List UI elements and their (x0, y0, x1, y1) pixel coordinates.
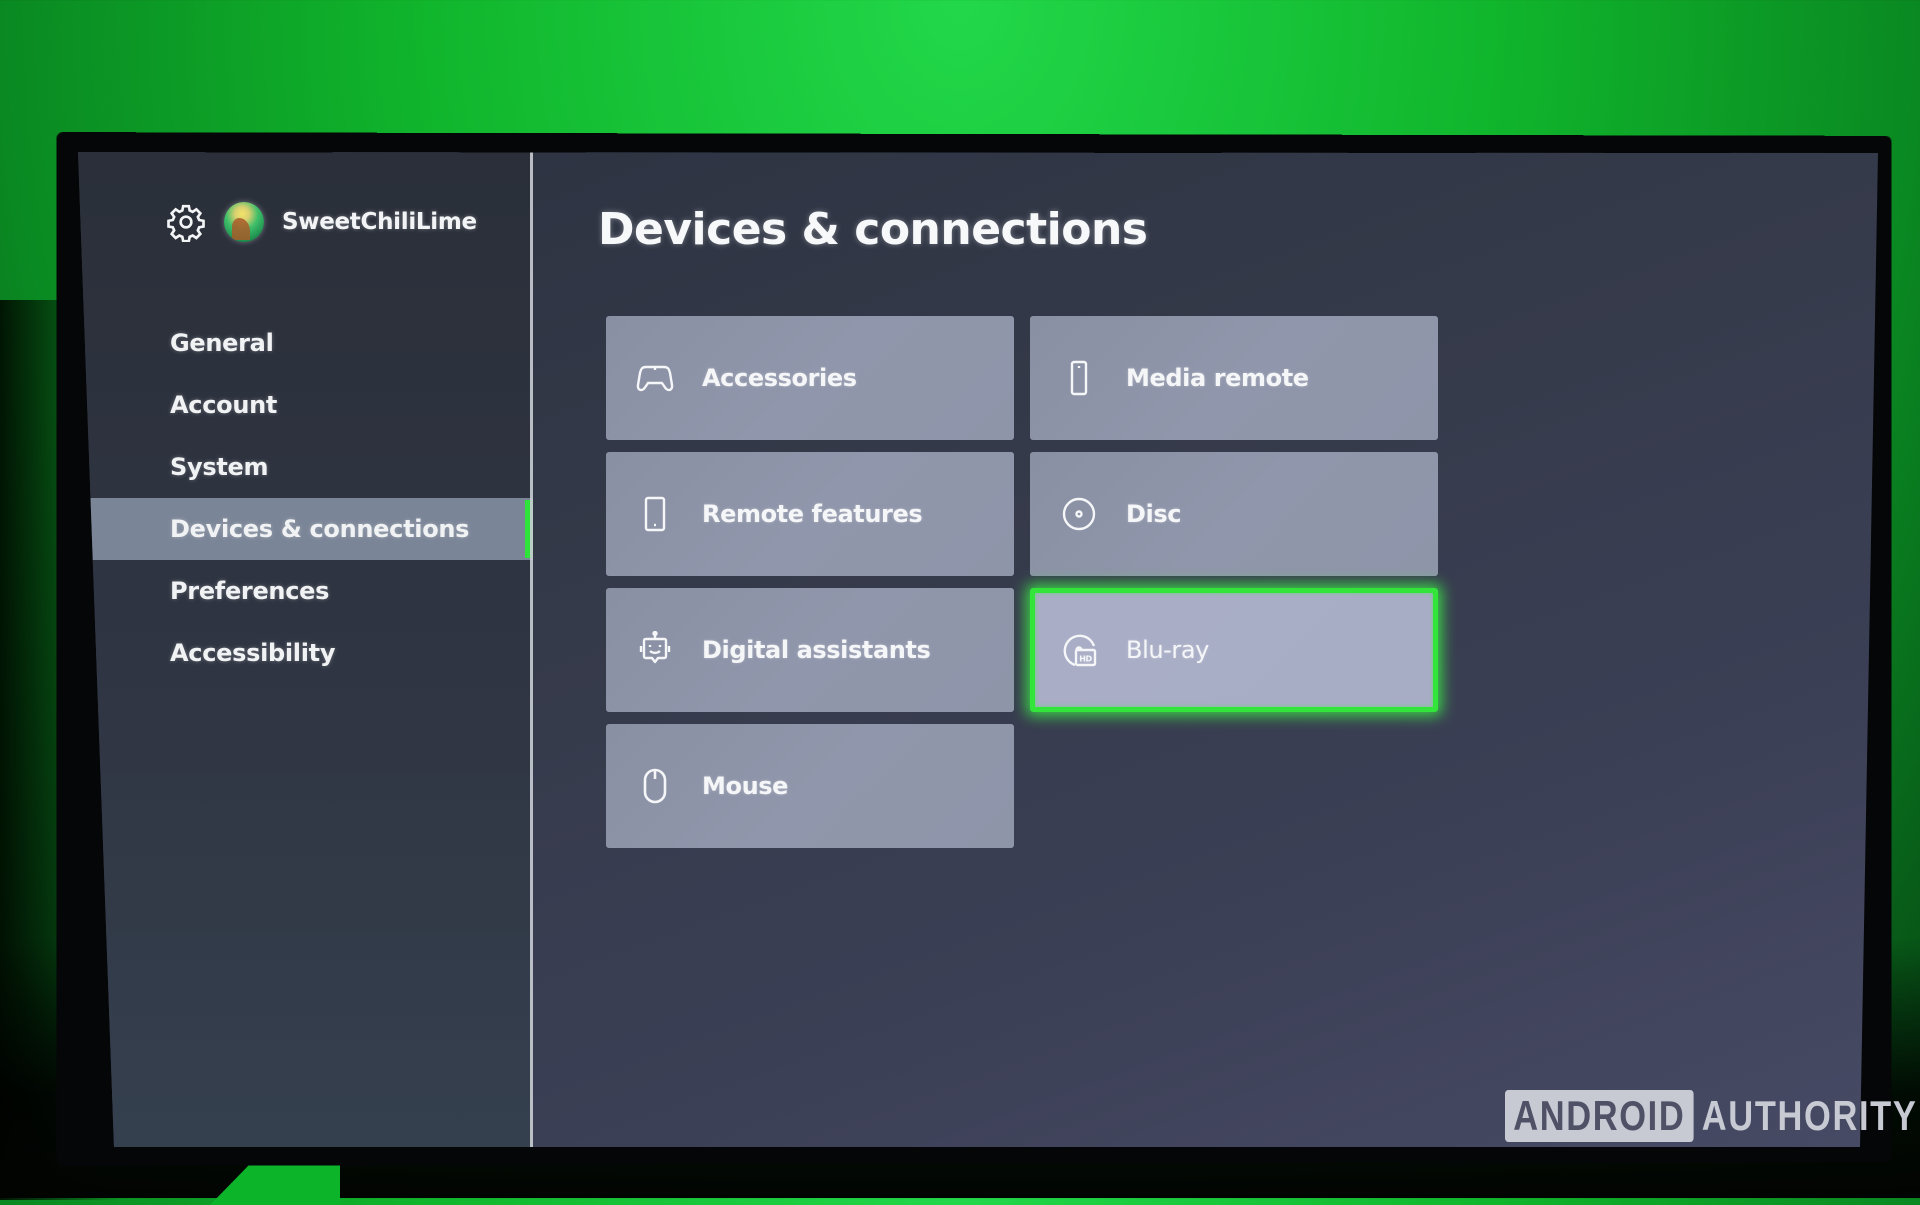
tile-mouse[interactable]: Mouse (606, 724, 1014, 848)
settings-tile-grid: Accessories Media remote Remote features (606, 316, 1444, 848)
sidebar-item-system[interactable]: System (78, 436, 533, 498)
sidebar-item-label: General (170, 329, 274, 357)
tile-label: Digital assistants (702, 636, 931, 664)
settings-nav: General Account System Devices & connect… (78, 312, 533, 684)
tile-disc[interactable]: Disc (1030, 452, 1438, 576)
tile-label: Media remote (1126, 364, 1309, 392)
profile-header: SweetChiliLime (166, 202, 477, 242)
sidebar-item-general[interactable]: General (78, 312, 533, 374)
sidebar-item-accessibility[interactable]: Accessibility (78, 622, 533, 684)
mouse-icon (636, 767, 674, 805)
watermark-boxed-text: ANDROID (1505, 1090, 1694, 1142)
disc-icon (1060, 495, 1098, 533)
watermark: ANDROID AUTHORITY (1505, 1090, 1917, 1142)
tv-screen: SweetChiliLime General Account System De… (78, 152, 1878, 1147)
gamertag: SweetChiliLime (282, 209, 477, 235)
avatar[interactable] (224, 202, 264, 242)
sidebar-item-account[interactable]: Account (78, 374, 533, 436)
tile-media-remote[interactable]: Media remote (1030, 316, 1438, 440)
tile-label: Disc (1126, 500, 1182, 528)
tile-accessories[interactable]: Accessories (606, 316, 1014, 440)
tile-label: Remote features (702, 500, 923, 528)
tile-label: Accessories (702, 364, 857, 392)
svg-text:HD: HD (1079, 655, 1092, 664)
bluray-hd-icon: HD (1060, 631, 1098, 669)
tile-label: Mouse (702, 772, 789, 800)
sidebar-item-label: System (170, 453, 269, 481)
sidebar-item-label: Accessibility (170, 639, 336, 667)
tile-blu-ray[interactable]: HD Blu-ray (1030, 588, 1438, 712)
tile-digital-assistants[interactable]: Digital assistants (606, 588, 1014, 712)
remote-icon (1060, 359, 1098, 397)
controller-icon (636, 359, 674, 397)
settings-sidebar: SweetChiliLime General Account System De… (78, 152, 533, 1147)
sidebar-item-label: Account (170, 391, 278, 419)
assistant-bot-icon (636, 631, 674, 669)
sidebar-item-label: Devices & connections (170, 515, 470, 543)
phone-icon (636, 495, 674, 533)
tile-label: Blu-ray (1126, 636, 1209, 664)
sidebar-item-label: Preferences (170, 577, 330, 605)
gear-icon (167, 204, 205, 242)
watermark-text: AUTHORITY (1701, 1092, 1918, 1139)
page-title: Devices & connections (598, 204, 1148, 255)
sidebar-divider (530, 152, 533, 1147)
sidebar-item-devices-connections[interactable]: Devices & connections (78, 498, 533, 560)
sidebar-item-preferences[interactable]: Preferences (78, 560, 533, 622)
tile-remote-features[interactable]: Remote features (606, 452, 1014, 576)
